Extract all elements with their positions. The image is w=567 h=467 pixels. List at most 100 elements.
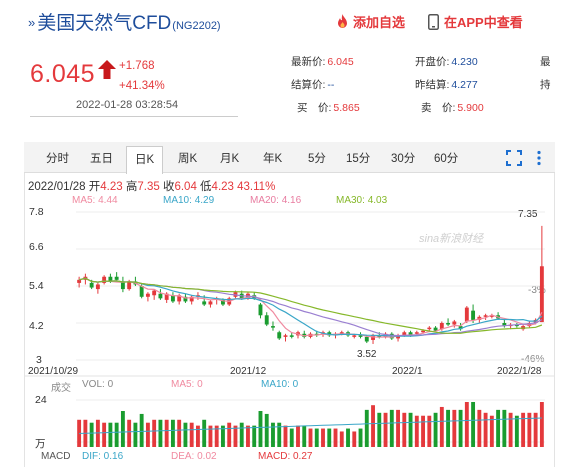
macd-dif: DIF: 0.16 xyxy=(82,451,124,462)
volume-bar xyxy=(246,425,250,447)
volume-bar xyxy=(114,422,119,447)
volume-bar xyxy=(264,413,269,447)
x-tick: 2021/12 xyxy=(230,366,267,377)
volume-bar xyxy=(483,412,488,447)
candle xyxy=(145,293,150,297)
candle xyxy=(264,315,269,325)
volume-bar xyxy=(421,415,425,447)
volume-bar xyxy=(402,412,407,447)
volume-bar xyxy=(489,415,494,447)
volume-bar xyxy=(183,422,188,447)
volume-bar xyxy=(508,412,513,447)
volume-bar xyxy=(127,419,132,447)
candle xyxy=(414,332,419,334)
volume-bar xyxy=(89,422,94,447)
volume-bar xyxy=(439,406,444,447)
candle xyxy=(446,323,451,325)
volume-bar xyxy=(139,413,144,447)
volume-bar xyxy=(396,409,400,447)
volume-bar xyxy=(339,431,344,447)
macd-value: MACD: 0.27 xyxy=(258,451,313,462)
volume-bar xyxy=(302,425,307,447)
volume-bar xyxy=(414,415,419,447)
volume-bar xyxy=(521,412,526,447)
candle xyxy=(421,330,425,333)
volume-bar xyxy=(296,425,300,447)
volume-bar xyxy=(158,419,163,447)
volume-bar xyxy=(471,402,476,447)
volume-bar xyxy=(145,422,150,447)
vol-legend: VOL: 0 xyxy=(82,379,114,390)
volume-bar xyxy=(502,409,507,447)
volume-bar xyxy=(189,422,194,447)
volume-bar xyxy=(283,425,288,447)
candle xyxy=(289,335,294,337)
x-tick: 2022/1/28 xyxy=(497,366,542,377)
volume-bar xyxy=(321,428,325,447)
vol-y-tick: 24 xyxy=(35,394,47,406)
volume-bar xyxy=(446,409,451,447)
x-tick: 2021/10/29 xyxy=(28,366,79,377)
volume-bar xyxy=(164,419,169,447)
volume-bar xyxy=(327,428,332,447)
volume-bar xyxy=(377,412,382,447)
candlestick-chart xyxy=(24,211,555,447)
volume-bar xyxy=(202,419,207,447)
candle xyxy=(464,307,469,322)
candle xyxy=(208,301,213,305)
volume-bar xyxy=(433,412,438,447)
candle xyxy=(95,284,100,290)
candle xyxy=(371,335,375,340)
volume-bar xyxy=(383,412,388,447)
volume-bar xyxy=(308,428,313,447)
volume-bar xyxy=(152,419,157,447)
candle xyxy=(352,335,357,337)
candle xyxy=(77,279,82,283)
volume-bar xyxy=(458,409,463,447)
volume-bar xyxy=(108,422,113,447)
volume-bar xyxy=(102,422,107,447)
volume-bar xyxy=(289,428,294,447)
low-label: 3.52 xyxy=(357,349,377,360)
macd-title: MACD xyxy=(41,451,71,462)
candle xyxy=(427,327,432,330)
volume-bar xyxy=(196,425,200,447)
volume-bar xyxy=(120,411,125,447)
volume-bar xyxy=(252,425,257,447)
candle xyxy=(89,282,94,288)
volume-bar xyxy=(496,409,501,447)
volume-bar xyxy=(514,415,519,447)
volume-bar xyxy=(371,405,375,447)
candle xyxy=(277,332,282,339)
volume-bar xyxy=(271,422,275,447)
candle xyxy=(283,335,288,337)
volume-bar xyxy=(239,422,244,447)
volume-bar xyxy=(258,411,263,447)
candle xyxy=(202,301,207,305)
volume-bar xyxy=(358,428,363,447)
volume-bar xyxy=(346,428,350,447)
volume-bar xyxy=(227,422,232,447)
candle xyxy=(471,310,476,320)
volume-bar xyxy=(170,419,175,447)
volume-bar xyxy=(477,409,482,447)
candle xyxy=(364,336,369,342)
candle xyxy=(114,276,119,280)
volume-bar xyxy=(133,422,138,447)
volume-title: 成交 xyxy=(51,383,71,394)
volume-bar xyxy=(464,402,469,447)
x-tick: 2022/1 xyxy=(392,366,423,377)
candle xyxy=(102,276,107,283)
volume-bar xyxy=(408,412,413,447)
volume-bar xyxy=(314,428,319,447)
volume-bar xyxy=(177,419,182,447)
volume-bar xyxy=(389,409,394,447)
candle xyxy=(152,290,157,296)
macd-dea: DEA: 0.02 xyxy=(171,451,217,462)
volume-bar xyxy=(364,409,369,447)
volume-bar xyxy=(333,428,338,447)
volume-bar xyxy=(352,431,357,447)
candle xyxy=(158,293,163,299)
candle xyxy=(271,326,275,328)
candle xyxy=(258,304,263,316)
